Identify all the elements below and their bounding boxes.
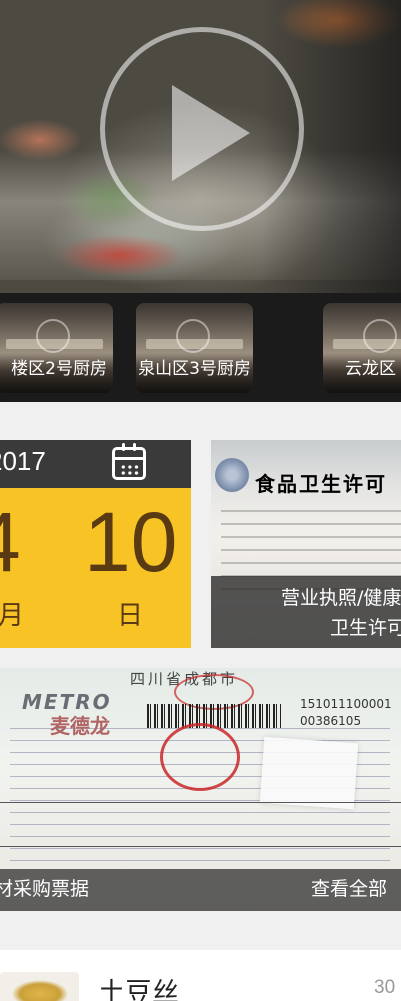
receipt-table-rule — [0, 846, 401, 847]
date-card-header: 2017 — [0, 440, 191, 488]
kitchen-thumbnail[interactable]: 楼区2号厨房 — [0, 303, 113, 393]
kitchen-thumbnail-strip[interactable]: 楼区2号厨房 泉山区3号厨房 云龙区 — [0, 293, 401, 402]
receipt-logo-cn: 麦德龙 — [50, 714, 110, 738]
receipt-stamp — [160, 723, 240, 791]
calendar-icon[interactable] — [112, 443, 146, 480]
purchase-receipt-card[interactable]: 四川省成都市 METRO 麦德龙 151011100001 00386105 材… — [0, 668, 401, 911]
receipt-caption: 材采购票据 — [0, 878, 90, 900]
dish-name: 土豆丝 — [98, 978, 179, 1001]
play-icon — [172, 85, 250, 181]
date-year: 2017 — [0, 446, 46, 476]
dish-thumbnail — [0, 972, 79, 1001]
kitchen-thumbnail[interactable]: 云龙区 — [323, 303, 401, 393]
dish-list-item[interactable]: 土豆丝 30 — [0, 950, 401, 1001]
calendar-icon-grid — [120, 464, 140, 476]
license-card[interactable]: 食品卫生许可 营业执照/健康 卫生许可 — [211, 440, 401, 648]
license-caption: 营业执照/健康 — [281, 587, 401, 609]
kitchen-thumbnail-label: 楼区2号厨房 — [11, 359, 107, 379]
receipt-table-rule — [0, 802, 401, 803]
play-icon — [363, 319, 397, 353]
dish-price: 30 — [374, 977, 396, 998]
play-icon — [36, 319, 70, 353]
kitchen-thumbnail-label: 云龙区 — [345, 359, 396, 379]
license-document-title: 食品卫生许可 — [255, 472, 387, 496]
calendar-icon-bar — [115, 457, 143, 460]
date-month-unit: 月 — [0, 601, 25, 631]
date-day-unit: 日 — [117, 601, 144, 631]
date-month-value: 4 — [0, 500, 21, 584]
date-day-value: 10 — [84, 495, 178, 589]
receipt-code: 151011100001 00386105 — [300, 697, 392, 728]
license-seal-icon — [215, 458, 249, 492]
page: 楼区2号厨房 泉山区3号厨房 云龙区 2017 4 10 月 日 — [0, 0, 401, 1001]
kitchen-thumbnail[interactable]: 泉山区3号厨房 — [136, 303, 253, 393]
license-caption: 卫生许可 — [330, 617, 401, 639]
receipt-tape — [259, 736, 359, 810]
date-card[interactable]: 2017 4 10 月 日 — [0, 440, 191, 648]
view-all-link[interactable]: 查看全部 — [311, 874, 387, 901]
play-icon — [176, 319, 210, 353]
kitchen-video-player[interactable]: 楼区2号厨房 泉山区3号厨房 云龙区 — [0, 0, 401, 402]
kitchen-thumbnail-label: 泉山区3号厨房 — [138, 359, 251, 379]
